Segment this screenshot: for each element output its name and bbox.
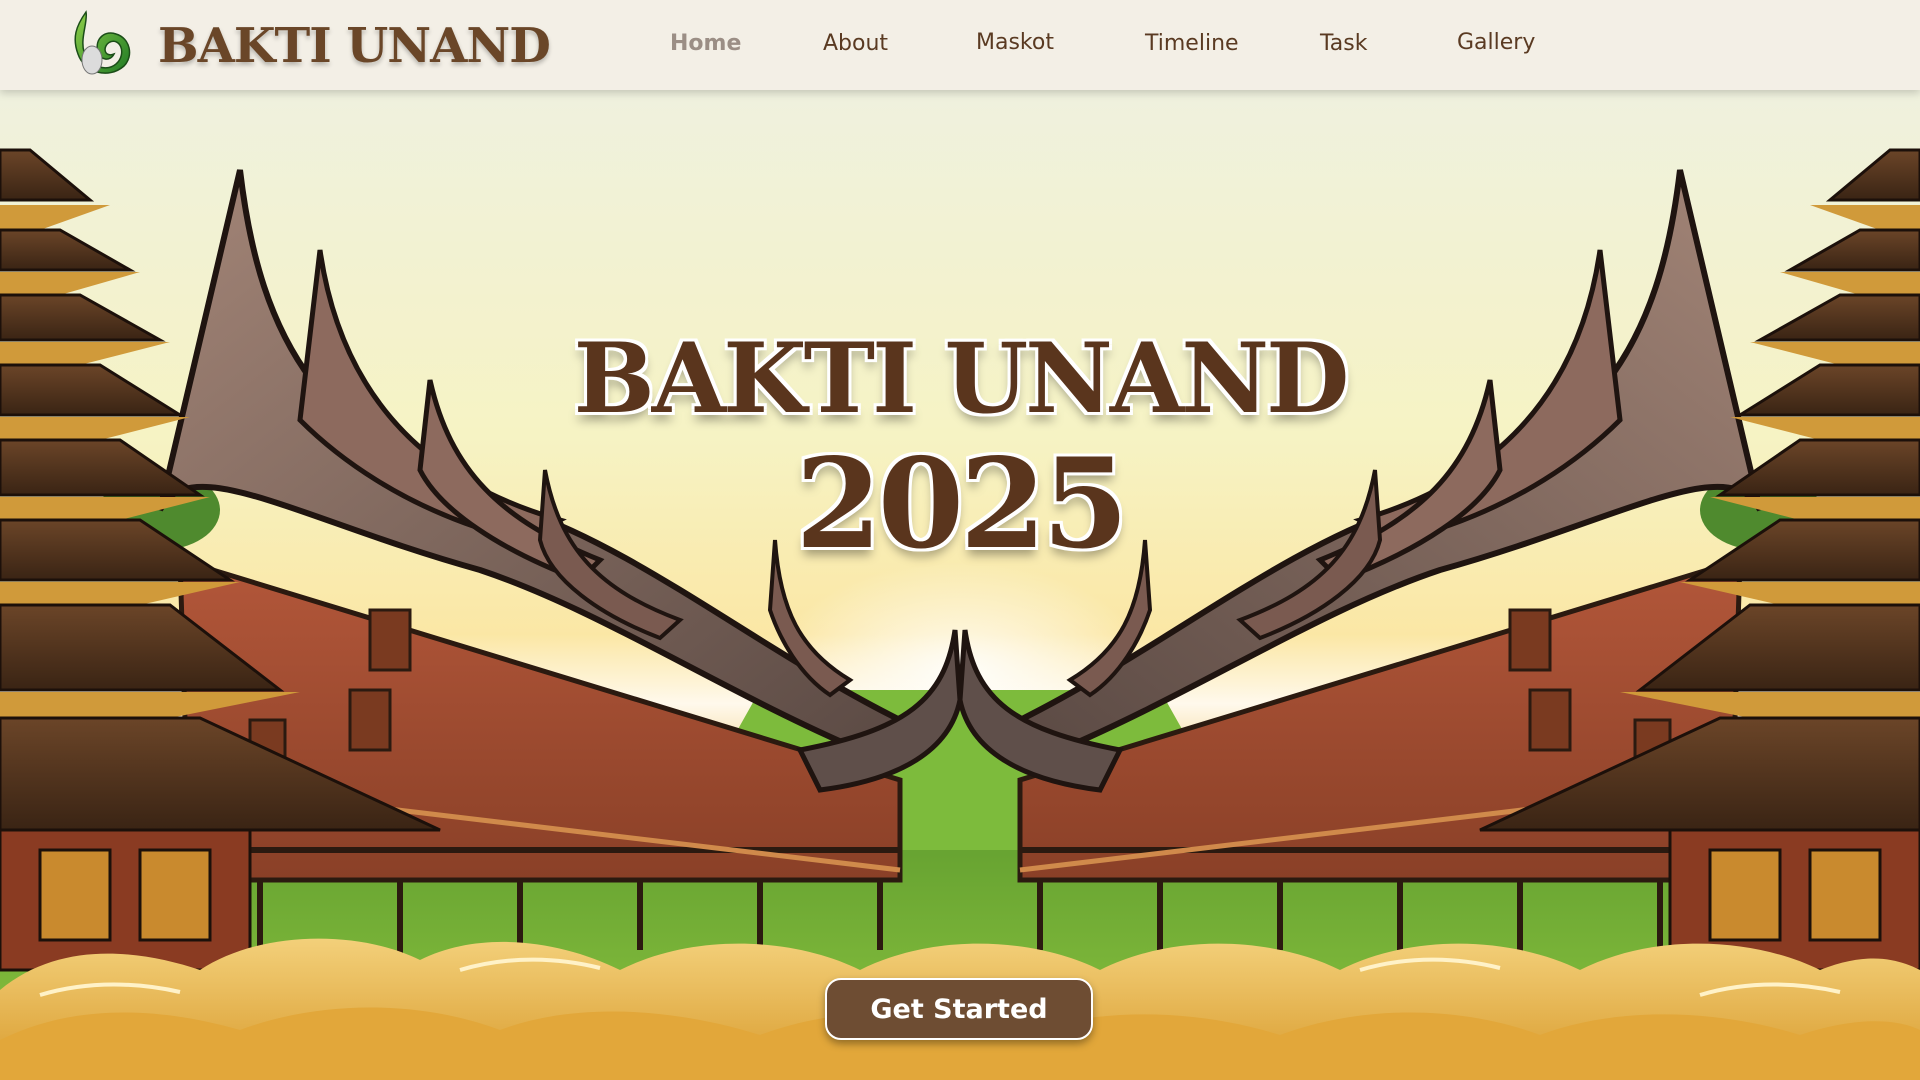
nav-gallery-link[interactable]: Gallery [1457,30,1535,55]
brand-name[interactable]: BAKTI UNAND [158,18,551,74]
nav-home-link[interactable]: Home [670,31,741,56]
top-navbar: BAKTI UNAND Home About Maskot Timeline T… [0,0,1920,90]
leaf-logo-icon[interactable] [68,8,136,84]
hero-section: BAKTI UNAND 2025 Get Started [0,90,1920,1080]
nav-about-link[interactable]: About [823,31,888,56]
hero-year: 2025 [795,432,1128,577]
nav-task-link[interactable]: Task [1320,31,1367,56]
get-started-button[interactable]: Get Started [825,978,1093,1040]
hero-title: BAKTI UNAND [573,322,1350,435]
nav-timeline-link[interactable]: Timeline [1145,31,1239,56]
hero-background-illustration [0,90,1920,1080]
nav-maskot-link[interactable]: Maskot [976,30,1054,55]
